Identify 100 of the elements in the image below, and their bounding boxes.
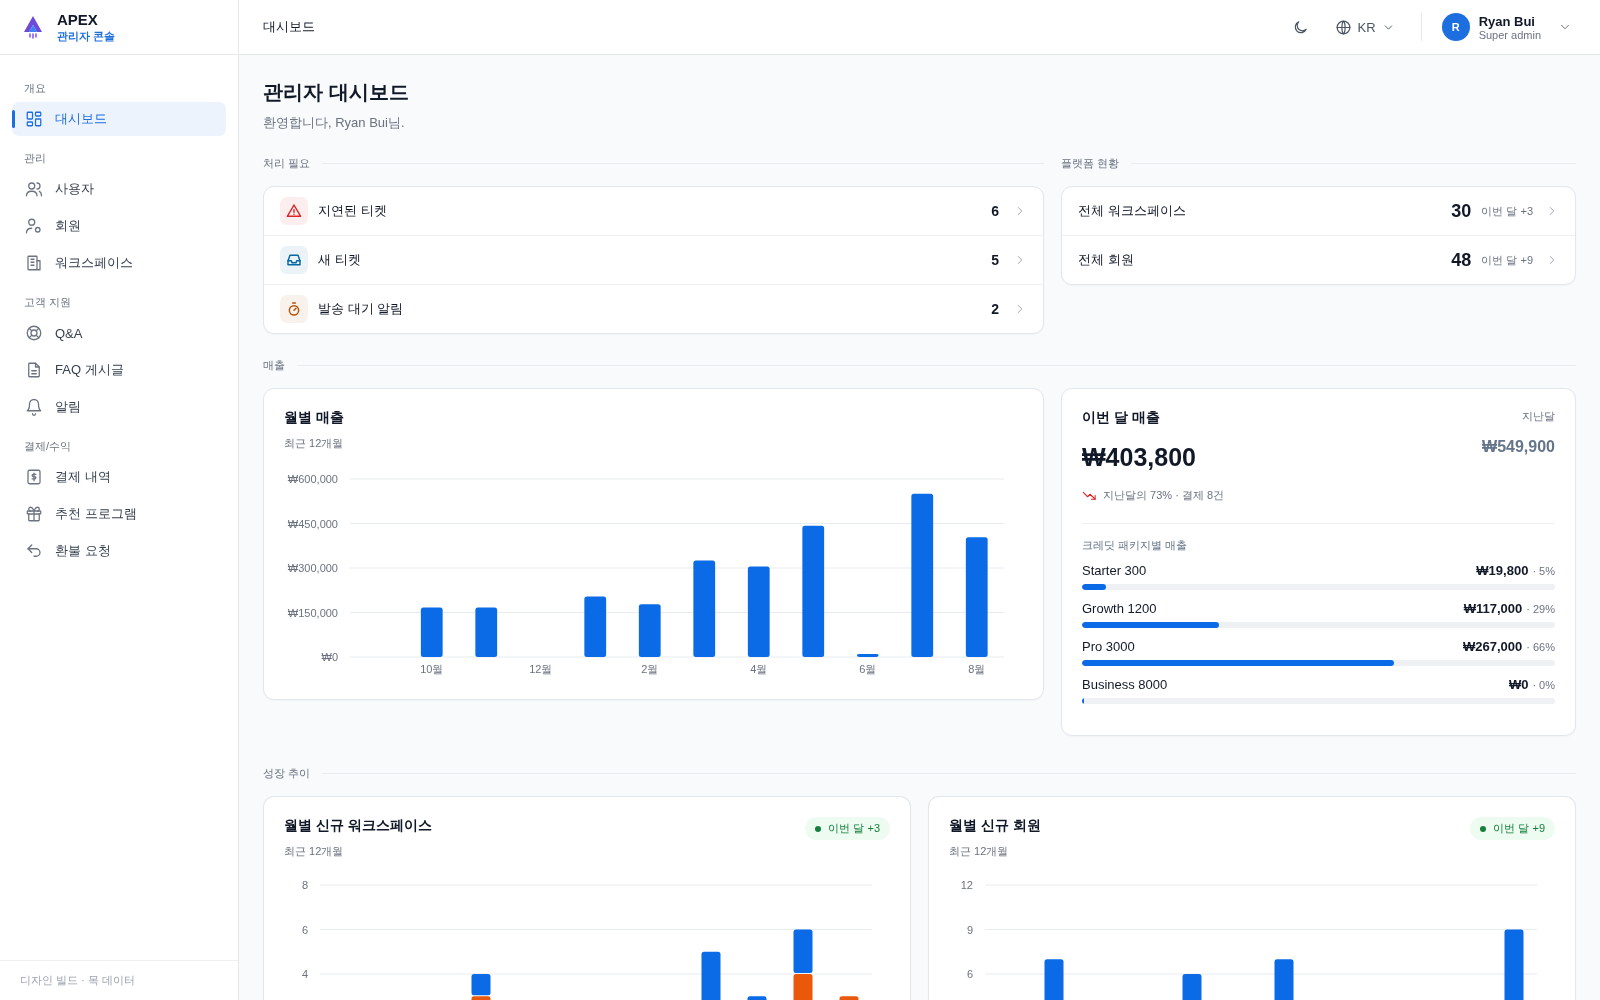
bar (1182, 974, 1202, 1000)
user-role: Super admin (1478, 28, 1541, 41)
sidebar-item[interactable]: FAQ 게시글 (12, 353, 226, 387)
package-name: Pro 3000 (1082, 639, 1135, 654)
nav-section-title: 관리 (23, 151, 47, 166)
status-badge: 이번 달 +9 (1470, 817, 1555, 840)
row-label: 지연된 티켓 (318, 202, 388, 220)
trend-text: 지난달의 73% · 결제 8건 (1103, 488, 1225, 503)
row-label: 전체 회원 (1078, 251, 1135, 269)
greeting-text: 환영합니다, Ryan Bui님. (263, 114, 406, 132)
page-breadcrumb: 대시보드 (263, 18, 315, 36)
revenue-amount: ₩403,800 (1082, 443, 1196, 472)
axis-label: ₩300,000 (287, 562, 338, 574)
package-share: · 66% (1526, 641, 1555, 653)
sidebar-item[interactable]: 워크스페이스 (12, 246, 226, 280)
previous-label: 지난달 (1521, 409, 1555, 424)
card-subtitle: 최근 12개월 (284, 436, 345, 451)
bar (839, 996, 859, 1000)
card-subtitle: 최근 12개월 (284, 844, 345, 859)
sidebar-item[interactable]: 회원 (12, 209, 226, 243)
card-title: 월별 신규 워크스페이스 (284, 817, 432, 835)
undo-arrow-icon (25, 542, 43, 560)
package-share: · 5% (1532, 565, 1555, 577)
package-name: Starter 300 (1082, 563, 1147, 578)
nav-section-title: 개요 (23, 81, 47, 96)
axis-label: 12 (960, 879, 973, 891)
axis-label: 6 (966, 968, 973, 980)
lifebuoy-icon (25, 324, 43, 342)
package-share: · 29% (1526, 603, 1555, 615)
building-icon (25, 254, 43, 272)
row-count: 5 (991, 252, 999, 268)
nav-section-title: 고객 지원 (23, 295, 73, 310)
bar (856, 654, 879, 657)
page-title: 관리자 대시보드 (263, 80, 410, 105)
user-name: Ryan Bui (1478, 13, 1536, 29)
action-row[interactable]: 지연된 티켓 6 (264, 187, 1043, 235)
stat-value: 30 (1451, 200, 1472, 222)
brand-subtitle: 관리자 콘솔 (57, 28, 116, 44)
previous-amount: ₩549,900 (1482, 438, 1555, 456)
row-label: 발송 대기 알림 (318, 300, 405, 318)
axis-label: 4 (301, 968, 308, 980)
section-heading: 플랫폼 현황 (1061, 156, 1120, 171)
axis-label: ₩450,000 (287, 517, 338, 530)
card-subtitle: 최근 12개월 (949, 844, 1010, 859)
footer-note: 디자인 빌드 · 목 데이터 (20, 974, 135, 986)
axis-label: 8 (301, 879, 308, 891)
bar (1044, 959, 1064, 1000)
row-label: 전체 워크스페이스 (1078, 202, 1187, 220)
user-gear-icon (25, 217, 43, 235)
platform-row[interactable]: 전체 워크스페이스 30 이번 달 +3 (1062, 187, 1575, 235)
sidebar-item[interactable]: 대시보드 (12, 102, 226, 136)
sidebar-item[interactable]: 결제 내역 (12, 460, 226, 494)
axis-label: 8월 (968, 663, 986, 675)
axis-label: 4월 (750, 663, 768, 675)
bell-icon (25, 398, 43, 416)
logo-icon (22, 15, 44, 39)
axis-label: ₩150,000 (287, 606, 338, 619)
bar (701, 951, 721, 1000)
sidebar-item[interactable]: 환불 요청 (12, 534, 226, 568)
stat-delta: 이번 달 +3 (1481, 203, 1533, 219)
sidebar-item[interactable]: 알림 (12, 390, 226, 424)
action-row[interactable]: 발송 대기 알림 2 (264, 284, 1043, 333)
action-row[interactable]: 새 티켓 5 (264, 235, 1043, 284)
receipt-dollar-icon (25, 468, 43, 486)
axis-label: ₩600,000 (287, 473, 338, 485)
sidebar-item[interactable]: Q&A (12, 316, 226, 350)
package-name: Business 8000 (1082, 677, 1168, 692)
row-label: 새 티켓 (318, 251, 362, 269)
dashboard-icon (25, 110, 43, 128)
axis-label: 10월 (420, 663, 444, 675)
status-badge: 이번 달 +3 (805, 817, 890, 840)
section-heading: 처리 필요 (263, 156, 311, 171)
package-name: Growth 1200 (1082, 601, 1157, 616)
card-title: 월별 신규 회원 (949, 817, 1041, 835)
bar (747, 996, 767, 1000)
axis-label: 9 (966, 923, 973, 936)
language-selector[interactable]: KR (1328, 14, 1401, 40)
user-menu[interactable]: R Ryan Bui Super admin (1441, 9, 1576, 45)
stat-value: 48 (1451, 249, 1472, 271)
package-amount: ₩117,000 (1463, 601, 1523, 616)
nav-section-title: 결제/수익 (23, 439, 73, 454)
bar (475, 607, 498, 657)
bar (638, 604, 661, 657)
axis-label: 2월 (641, 663, 659, 675)
document-icon (25, 361, 43, 379)
bar (1504, 929, 1524, 1000)
avatar: R (1441, 13, 1470, 41)
globe-icon (1334, 18, 1352, 36)
stat-delta: 이번 달 +9 (1481, 252, 1533, 268)
package-share: · 0% (1532, 679, 1555, 691)
card-title: 월별 매출 (284, 409, 345, 427)
axis-label: 6월 (859, 663, 877, 675)
sidebar-item[interactable]: 추천 프로그램 (12, 497, 226, 531)
platform-row[interactable]: 전체 회원 48 이번 달 +9 (1062, 235, 1575, 284)
brand-name: APEX (57, 10, 99, 28)
section-heading: 매출 (263, 358, 285, 373)
axis-label: 12월 (529, 663, 553, 675)
sidebar-item[interactable]: 사용자 (12, 172, 226, 206)
bar (584, 596, 607, 657)
package-amount: ₩267,000 (1463, 639, 1523, 654)
